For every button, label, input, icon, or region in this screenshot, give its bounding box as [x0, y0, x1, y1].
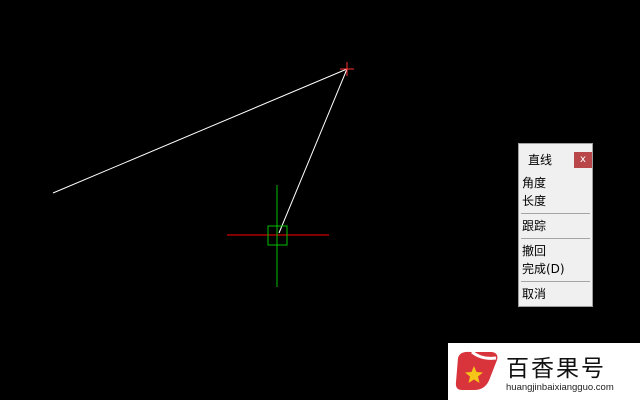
menu-item-angle[interactable]: 角度 [519, 174, 592, 192]
menu-separator [521, 213, 590, 214]
menu-separator [521, 238, 590, 239]
menu-item-cancel[interactable]: 取消 [519, 285, 592, 303]
menu-item-undo[interactable]: 撤回 [519, 242, 592, 260]
watermark: 百香果号 huangjinbaixiangguo.com [448, 343, 640, 400]
watermark-url: huangjinbaixiangguo.com [506, 382, 614, 393]
star-in-hand-logo-icon [455, 350, 498, 390]
close-button[interactable]: x [574, 152, 592, 168]
menu-item-done[interactable]: 完成(D) [519, 260, 592, 278]
menu-separator [521, 281, 590, 282]
cursor-crosshair [227, 185, 329, 287]
vertex-marker-icon [340, 62, 354, 76]
line-context-menu: 直线 x 角度 长度 跟踪 撤回 完成(D) 取消 [518, 143, 593, 307]
context-menu-title: 直线 [528, 153, 553, 167]
menu-item-length[interactable]: 长度 [519, 192, 592, 210]
watermark-name: 百香果号 [506, 356, 606, 382]
menu-item-track[interactable]: 跟踪 [519, 217, 592, 235]
context-menu-header: 直线 x [519, 144, 592, 174]
